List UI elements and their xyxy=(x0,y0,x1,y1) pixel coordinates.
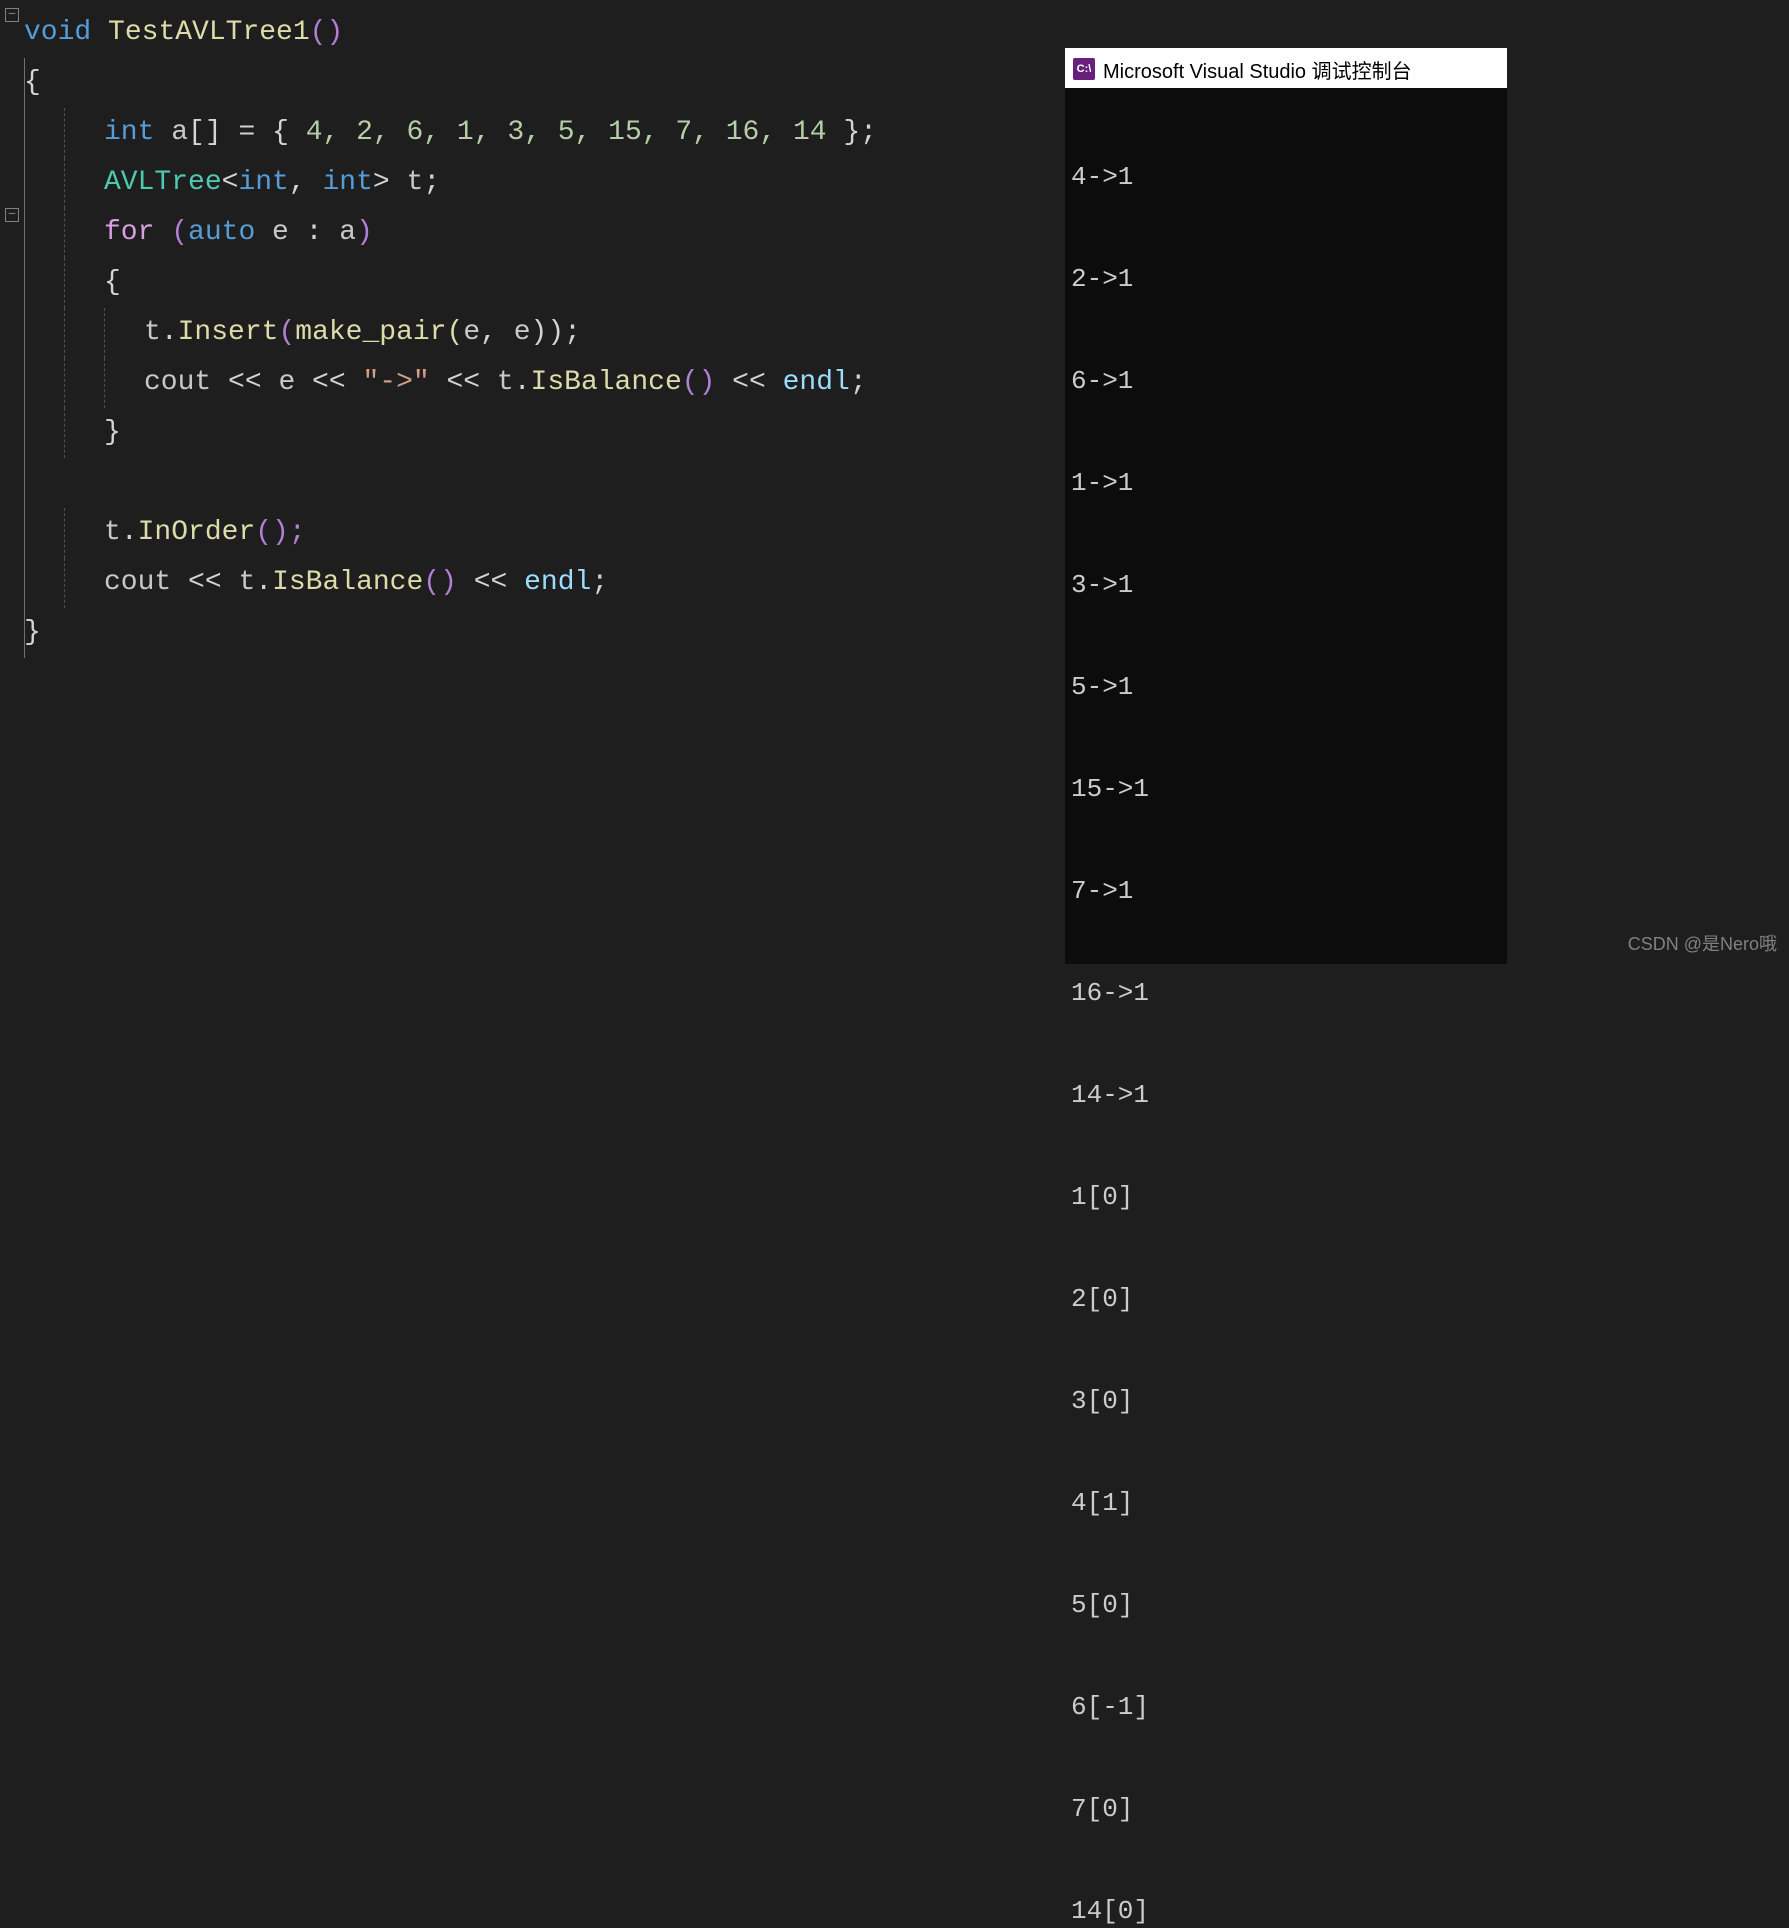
code-editor-pane[interactable]: − void TestAVLTree1() { int a[] = { 4, 2… xyxy=(0,0,1065,964)
console-line: 14->1 xyxy=(1071,1078,1501,1112)
array-values: 4, 2, 6, 1, 3, 5, 15, 7, 16, 14 xyxy=(306,117,827,148)
console-line: 3->1 xyxy=(1071,568,1501,602)
variable: e xyxy=(255,217,305,248)
brace-close: } xyxy=(24,617,41,648)
console-output[interactable]: 4->1 2->1 6->1 1->1 3->1 5->1 15->1 7->1… xyxy=(1065,88,1507,1928)
code-line[interactable] xyxy=(0,458,1065,508)
console-line: 1[0] xyxy=(1071,1180,1501,1214)
method-call: Insert xyxy=(178,317,279,348)
console-line: 16->1 xyxy=(1071,976,1501,1010)
code-line[interactable]: t.InOrder(); xyxy=(0,508,1065,558)
fold-gutter[interactable]: − xyxy=(0,208,24,222)
method-call: IsBalance xyxy=(531,367,682,398)
console-line: 6->1 xyxy=(1071,364,1501,398)
console-line: 3[0] xyxy=(1071,1384,1501,1418)
console-line: 7[0] xyxy=(1071,1792,1501,1826)
console-line: 5->1 xyxy=(1071,670,1501,704)
string-literal: "->" xyxy=(362,367,429,398)
fold-gutter[interactable]: − xyxy=(0,8,24,22)
code-line[interactable]: t.Insert(make_pair(e, e)); xyxy=(0,308,1065,358)
function-call: make_pair xyxy=(295,317,446,348)
identifier: cout xyxy=(144,367,211,398)
variable: a xyxy=(171,117,188,148)
code-line[interactable]: { xyxy=(0,258,1065,308)
method-call: InOrder xyxy=(138,517,256,548)
console-line: 1->1 xyxy=(1071,466,1501,500)
brace-close: } xyxy=(104,417,121,448)
keyword: for xyxy=(104,217,154,248)
console-line: 6[-1] xyxy=(1071,1690,1501,1724)
console-title: Microsoft Visual Studio 调试控制台 xyxy=(1103,55,1412,84)
debug-console-window[interactable]: C:\ Microsoft Visual Studio 调试控制台 4->1 2… xyxy=(1065,48,1507,964)
code-line[interactable]: } xyxy=(0,408,1065,458)
vs-console-icon: C:\ xyxy=(1073,58,1095,80)
keyword: void xyxy=(24,17,91,48)
console-line: 4->1 xyxy=(1071,160,1501,194)
code-line[interactable]: } xyxy=(0,608,1065,658)
console-line: 14[0] xyxy=(1071,1894,1501,1928)
collapse-icon[interactable]: − xyxy=(5,8,19,22)
console-line: 5[0] xyxy=(1071,1588,1501,1622)
console-line: 2[0] xyxy=(1071,1282,1501,1316)
collapse-icon[interactable]: − xyxy=(5,208,19,222)
console-line: 15->1 xyxy=(1071,772,1501,806)
code-line[interactable]: − for (auto e : a) xyxy=(0,208,1065,258)
brace-open: { xyxy=(24,67,41,98)
keyword: int xyxy=(104,117,154,148)
console-line: 7->1 xyxy=(1071,874,1501,908)
brace-open: { xyxy=(104,267,121,298)
method-call: IsBalance xyxy=(272,567,423,598)
watermark: CSDN @是Nero哦 xyxy=(1628,930,1777,956)
code-content[interactable]: void TestAVLTree1() xyxy=(24,8,1065,58)
variable: t xyxy=(390,167,424,198)
code-line[interactable]: { xyxy=(0,58,1065,108)
console-line: 4[1] xyxy=(1071,1486,1501,1520)
code-line[interactable]: cout << t.IsBalance() << endl; xyxy=(0,558,1065,608)
function-name: TestAVLTree1 xyxy=(108,17,310,48)
console-title-bar[interactable]: C:\ Microsoft Visual Studio 调试控制台 xyxy=(1065,50,1507,88)
type-name: AVLTree xyxy=(104,167,222,198)
code-line[interactable]: − void TestAVLTree1() xyxy=(0,8,1065,58)
variable: a xyxy=(339,217,356,248)
console-line: 2->1 xyxy=(1071,262,1501,296)
code-line[interactable]: AVLTree<int, int> t; xyxy=(0,158,1065,208)
keyword: auto xyxy=(188,217,255,248)
code-line[interactable]: int a[] = { 4, 2, 6, 1, 3, 5, 15, 7, 16,… xyxy=(0,108,1065,158)
code-line[interactable]: cout << e << "->" << t.IsBalance() << en… xyxy=(0,358,1065,408)
